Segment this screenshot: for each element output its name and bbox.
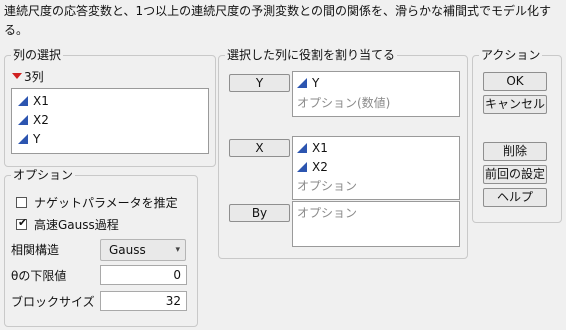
actions-title: アクション <box>479 47 543 63</box>
ok-button[interactable]: OK <box>483 72 547 91</box>
continuous-icon <box>18 134 28 144</box>
role-x-hint: オプション <box>297 179 358 193</box>
theta-label: θの下限値 <box>11 269 67 283</box>
list-item[interactable]: X2 <box>297 158 328 176</box>
list-item[interactable]: Y <box>18 130 40 148</box>
continuous-icon <box>18 96 28 106</box>
list-item[interactable]: X2 <box>18 111 49 129</box>
nugget-checkbox[interactable] <box>16 197 27 208</box>
column-count-menu[interactable]: 3列 <box>12 69 44 85</box>
chevron-down-icon: ▾ <box>175 245 180 255</box>
recall-button[interactable]: 前回の設定 <box>483 165 547 184</box>
correlation-label: 相関構造 <box>11 243 60 257</box>
theta-lower-bound-field[interactable]: 0 <box>100 265 187 285</box>
role-x-list[interactable]: X1 X2 オプション <box>292 136 460 200</box>
role-assignment-panel: 選択した列に役割を割り当てる Y Y オプション(数値) X X1 X2 オプシ… <box>218 47 468 259</box>
block-size-label: ブロックサイズ <box>11 295 95 309</box>
help-button[interactable]: ヘルプ <box>483 188 547 207</box>
block-size-field[interactable]: 32 <box>100 291 187 311</box>
role-x-button[interactable]: X <box>229 139 290 157</box>
checkmark-icon: ✔ <box>18 216 28 229</box>
role-y-list[interactable]: Y オプション(数値) <box>292 71 460 117</box>
column-list[interactable]: X1 X2 Y <box>11 88 209 154</box>
options-title: オプション <box>11 167 76 183</box>
fast-gauss-label: 高速Gauss過程 <box>34 218 119 232</box>
remove-button[interactable]: 削除 <box>483 142 547 161</box>
options-panel: オプション ナゲットパラメータを推定 ✔ 高速Gauss過程 相関構造 Gaus… <box>4 167 198 327</box>
role-by-list[interactable]: オプション <box>292 201 460 247</box>
red-triangle-menu-icon[interactable] <box>12 73 22 79</box>
list-item[interactable]: X1 <box>297 139 328 157</box>
column-selection-panel: 列の選択 3列 X1 X2 Y <box>4 47 216 167</box>
role-by-button[interactable]: By <box>229 204 290 222</box>
column-selection-title: 列の選択 <box>11 47 64 63</box>
role-by-hint: オプション <box>297 206 358 220</box>
list-item[interactable]: X1 <box>18 92 49 110</box>
dialog-description: 連続尺度の応答変数と、1つ以上の連続尺度の予測変数との間の関係を、滑らかな補間式… <box>4 4 552 37</box>
continuous-icon <box>297 78 307 88</box>
continuous-icon <box>297 162 307 172</box>
role-assignment-title: 選択した列に役割を割り当てる <box>225 47 398 63</box>
continuous-icon <box>297 143 307 153</box>
cancel-button[interactable]: キャンセル <box>483 95 547 114</box>
role-y-button[interactable]: Y <box>229 74 290 92</box>
column-count-label: 3列 <box>24 70 44 84</box>
list-item[interactable]: Y <box>297 74 319 92</box>
role-y-hint: オプション(数値) <box>297 96 391 110</box>
correlation-select[interactable]: Gauss ▾ <box>100 239 186 261</box>
continuous-icon <box>18 115 28 125</box>
actions-panel: アクション OK キャンセル 削除 前回の設定 ヘルプ <box>472 47 562 223</box>
fast-gauss-checkbox[interactable]: ✔ <box>16 216 28 230</box>
nugget-label: ナゲットパラメータを推定 <box>34 196 178 210</box>
